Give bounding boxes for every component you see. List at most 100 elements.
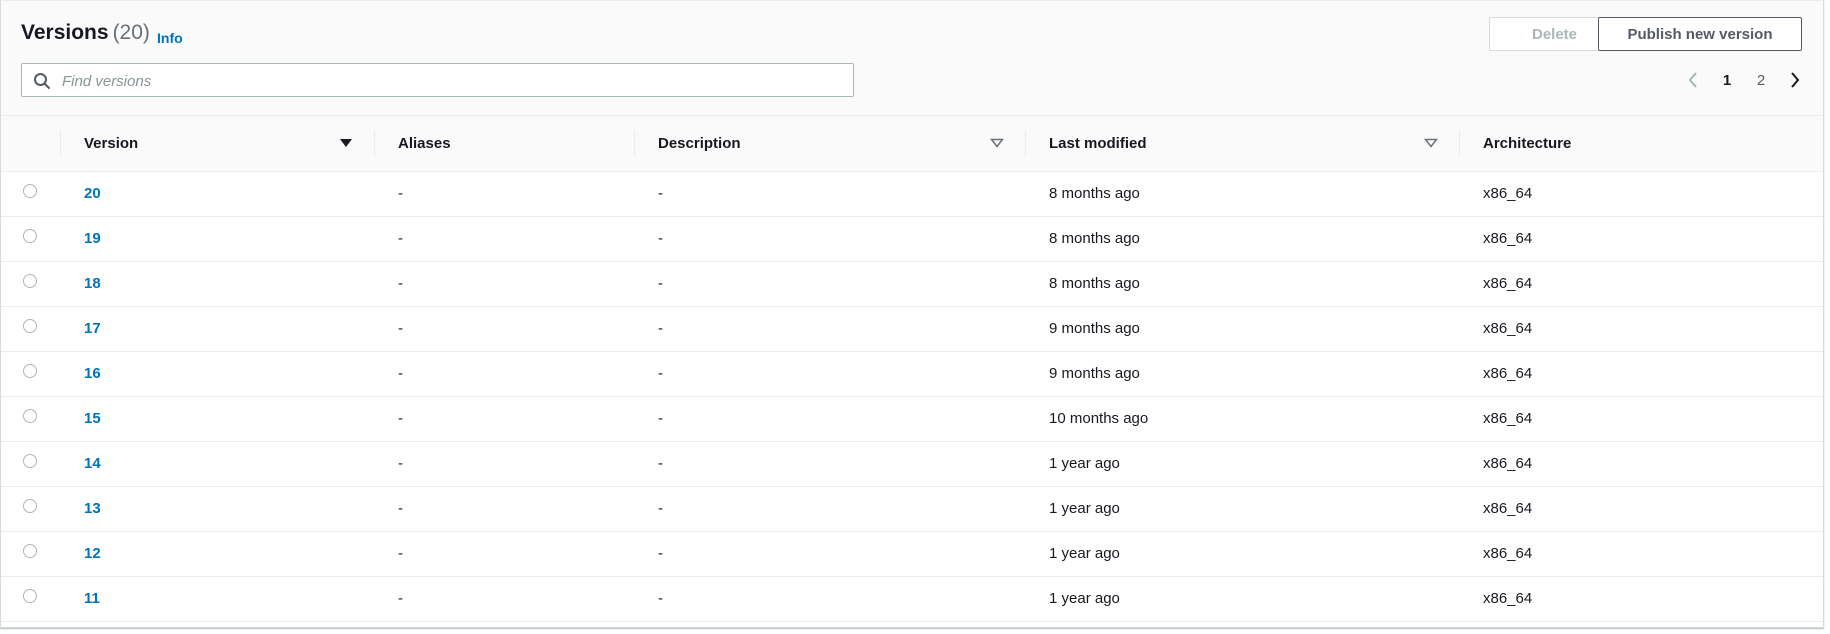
description-cell: -: [635, 306, 1026, 352]
row-radio-button[interactable]: [23, 408, 37, 423]
version-cell: 11: [61, 576, 375, 622]
info-link[interactable]: Info: [157, 30, 183, 46]
version-link[interactable]: 19: [84, 230, 101, 247]
description-cell: -: [635, 396, 1026, 442]
version-cell: 14: [61, 441, 375, 487]
version-link[interactable]: 16: [84, 365, 101, 382]
row-select-cell: [1, 216, 61, 262]
row-select-cell: [1, 441, 61, 487]
column-header-version[interactable]: Version: [61, 116, 375, 172]
column-header-last-modified[interactable]: Last modified: [1026, 116, 1460, 172]
version-link[interactable]: 20: [84, 185, 101, 202]
table-row[interactable]: 11 - - 1 year ago x86_64: [1, 576, 1823, 622]
page-1-button[interactable]: 1: [1716, 67, 1738, 93]
description-cell: -: [635, 261, 1026, 307]
aliases-cell: -: [375, 441, 635, 487]
version-link[interactable]: 13: [84, 500, 101, 517]
aliases-cell: -: [375, 486, 635, 532]
last-modified-cell: 1 year ago: [1026, 576, 1460, 622]
last-modified-cell: 9 months ago: [1026, 306, 1460, 352]
row-radio-button[interactable]: [23, 498, 37, 513]
description-cell: -: [635, 216, 1026, 262]
description-cell: -: [635, 486, 1026, 532]
sort-icon[interactable]: [990, 136, 1004, 150]
row-select-cell: [1, 531, 61, 577]
table-row[interactable]: 17 - - 9 months ago x86_64: [1, 306, 1823, 352]
chevron-left-icon: [1688, 72, 1697, 88]
next-page-button[interactable]: [1783, 67, 1807, 93]
table-row[interactable]: 20 - - 8 months ago x86_64: [1, 171, 1823, 217]
description-cell: -: [635, 351, 1026, 397]
versions-panel: Versions (20) Info Delete Publish new ver…: [0, 0, 1824, 628]
column-header-architecture: Architecture: [1460, 116, 1823, 172]
row-radio-button[interactable]: [23, 363, 37, 378]
table-row[interactable]: 13 - - 1 year ago x86_64: [1, 486, 1823, 532]
version-cell: 16: [61, 351, 375, 397]
row-select-cell: [1, 486, 61, 532]
row-select-cell: [1, 306, 61, 352]
aliases-cell: -: [375, 216, 635, 262]
page-2-button[interactable]: 2: [1750, 67, 1772, 93]
description-cell: -: [635, 531, 1026, 577]
row-select-cell: [1, 171, 61, 217]
title-text: Versions: [21, 21, 109, 44]
table-row[interactable]: 19 - - 8 months ago x86_64: [1, 216, 1823, 262]
description-cell: -: [635, 171, 1026, 217]
table-header-row: Version Aliases Description Last modifie…: [1, 116, 1823, 172]
chevron-right-icon: [1791, 72, 1800, 88]
row-select-cell: [1, 351, 61, 397]
version-link[interactable]: 14: [84, 455, 101, 472]
architecture-cell: x86_64: [1460, 261, 1823, 307]
architecture-cell: x86_64: [1460, 441, 1823, 487]
panel-header: Versions (20) Info Delete Publish new ver…: [1, 1, 1823, 116]
publish-new-version-button[interactable]: Publish new version: [1598, 17, 1802, 51]
previous-page-button[interactable]: [1681, 67, 1705, 93]
table-row[interactable]: 18 - - 8 months ago x86_64: [1, 261, 1823, 307]
aliases-cell: -: [375, 576, 635, 622]
aliases-cell: -: [375, 171, 635, 217]
version-link[interactable]: 18: [84, 275, 101, 292]
version-cell: 12: [61, 531, 375, 577]
select-column-header: [1, 116, 61, 172]
search-field[interactable]: [21, 63, 854, 98]
search-input[interactable]: [60, 64, 844, 98]
version-cell: 17: [61, 306, 375, 352]
sort-descending-icon[interactable]: [339, 136, 353, 150]
page-title: Versions (20): [21, 21, 150, 45]
table-body: 20 - - 8 months ago x86_64 19 - - 8 mont…: [1, 171, 1823, 622]
description-cell: -: [635, 576, 1026, 622]
versions-count: (20): [112, 21, 150, 44]
table-row[interactable]: 15 - - 10 months ago x86_64: [1, 396, 1823, 442]
table-row[interactable]: 14 - - 1 year ago x86_64: [1, 441, 1823, 487]
version-link[interactable]: 15: [84, 410, 101, 427]
row-radio-button[interactable]: [23, 228, 37, 243]
version-link[interactable]: 17: [84, 320, 101, 337]
table-row[interactable]: 12 - - 1 year ago x86_64: [1, 531, 1823, 577]
architecture-cell: x86_64: [1460, 531, 1823, 577]
table-row[interactable]: 16 - - 9 months ago x86_64: [1, 351, 1823, 397]
column-label-last-modified: Last modified: [1049, 134, 1147, 152]
aliases-cell: -: [375, 306, 635, 352]
last-modified-cell: 9 months ago: [1026, 351, 1460, 397]
row-radio-button[interactable]: [23, 318, 37, 333]
row-radio-button[interactable]: [23, 273, 37, 288]
column-header-aliases: Aliases: [375, 116, 635, 172]
last-modified-cell: 8 months ago: [1026, 171, 1460, 217]
row-radio-button[interactable]: [23, 183, 37, 198]
row-radio-button[interactable]: [23, 588, 37, 603]
version-link[interactable]: 12: [84, 545, 101, 562]
column-label-description: Description: [658, 134, 741, 152]
version-link[interactable]: 11: [84, 590, 100, 607]
architecture-cell: x86_64: [1460, 576, 1823, 622]
last-modified-cell: 8 months ago: [1026, 216, 1460, 262]
version-cell: 13: [61, 486, 375, 532]
aliases-cell: -: [375, 396, 635, 442]
column-header-description[interactable]: Description: [635, 116, 1026, 172]
architecture-cell: x86_64: [1460, 216, 1823, 262]
row-radio-button[interactable]: [23, 543, 37, 558]
last-modified-cell: 8 months ago: [1026, 261, 1460, 307]
sort-icon[interactable]: [1424, 136, 1438, 150]
version-cell: 19: [61, 216, 375, 262]
row-radio-button[interactable]: [23, 453, 37, 468]
architecture-cell: x86_64: [1460, 306, 1823, 352]
